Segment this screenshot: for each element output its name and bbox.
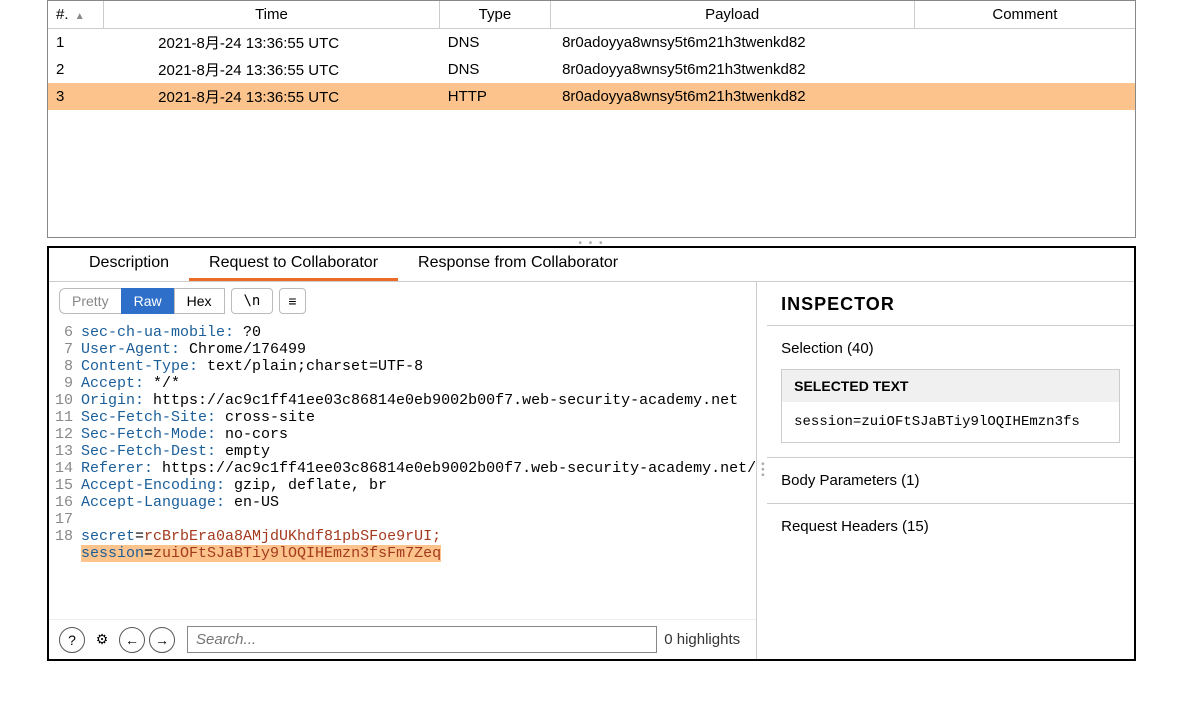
- cell-time: 2021-8月-24 13:36:55 UTC: [103, 29, 440, 57]
- cell-comment: [914, 56, 1135, 83]
- code-line: 7User-Agent: Chrome/176499: [49, 341, 756, 358]
- inspector-body-params-heading: Body Parameters (1): [781, 472, 1120, 489]
- line-number: 8: [49, 358, 79, 375]
- cell-payload: 8r0adoyya8wnsy5t6m21h3twenkd82: [550, 56, 914, 83]
- show-newlines-button[interactable]: \n: [231, 288, 274, 314]
- inspector-title: INSPECTOR: [767, 294, 1134, 325]
- cell-comment: [914, 29, 1135, 57]
- cell-num: 1: [48, 29, 103, 57]
- tab-description[interactable]: Description: [69, 248, 189, 281]
- table-row[interactable]: 32021-8月-24 13:36:55 UTCHTTP8r0adoyya8wn…: [48, 83, 1135, 110]
- col-number[interactable]: #. ▲: [48, 1, 103, 29]
- selected-text-value[interactable]: session=zuiOFtSJaBTiy9lOQIHEmzn3fs: [782, 402, 1119, 442]
- cell-num: 2: [48, 56, 103, 83]
- view-hex-button[interactable]: Hex: [174, 288, 225, 314]
- inspector-request-headers-section[interactable]: Request Headers (15): [767, 503, 1134, 549]
- search-input[interactable]: [187, 626, 657, 653]
- inspector-selection-heading: Selection (40): [781, 340, 1120, 357]
- table-row[interactable]: 22021-8月-24 13:36:55 UTCDNS8r0adoyya8wns…: [48, 56, 1135, 83]
- cell-comment: [914, 83, 1135, 110]
- request-editor-pane: Pretty Raw Hex \n ≡ 6sec-ch-ua-mobile: ?…: [49, 282, 757, 659]
- view-pretty-button[interactable]: Pretty: [59, 288, 121, 314]
- table-row[interactable]: 12021-8月-24 13:36:55 UTCDNS8r0adoyya8wns…: [48, 29, 1135, 57]
- selected-text-label: SELECTED TEXT: [782, 370, 1119, 402]
- line-number: 18: [49, 528, 79, 562]
- vertical-splitter[interactable]: •••: [757, 282, 767, 659]
- code-line: 16Accept-Language: en-US: [49, 494, 756, 511]
- cell-time: 2021-8月-24 13:36:55 UTC: [103, 56, 440, 83]
- selected-text-box: SELECTED TEXT session=zuiOFtSJaBTiy9lOQI…: [781, 369, 1120, 443]
- col-type[interactable]: Type: [440, 1, 550, 29]
- line-number: 6: [49, 324, 79, 341]
- line-number: 16: [49, 494, 79, 511]
- cell-type: HTTP: [440, 83, 550, 110]
- line-number: 12: [49, 426, 79, 443]
- code-line: 18secret=rcBrbEra0a8AMjdUKhdf81pbSFoe9rU…: [49, 528, 756, 562]
- line-number: 14: [49, 460, 79, 477]
- code-line: 12Sec-Fetch-Mode: no-cors: [49, 426, 756, 443]
- sort-asc-icon: ▲: [75, 11, 85, 22]
- highlight-count: 0 highlights: [664, 631, 746, 648]
- line-number: 17: [49, 511, 79, 528]
- inspector-body-params-section[interactable]: Body Parameters (1): [767, 457, 1134, 503]
- search-next-icon[interactable]: →: [149, 627, 175, 653]
- search-prev-icon[interactable]: ←: [119, 627, 145, 653]
- cell-time: 2021-8月-24 13:36:55 UTC: [103, 83, 440, 110]
- detail-pane: DescriptionRequest to CollaboratorRespon…: [47, 246, 1136, 661]
- line-number: 7: [49, 341, 79, 358]
- detail-tabs: DescriptionRequest to CollaboratorRespon…: [49, 248, 1134, 282]
- wrap-lines-button[interactable]: ≡: [279, 288, 305, 314]
- tab-response-from-collaborator[interactable]: Response from Collaborator: [398, 248, 638, 281]
- line-number: 11: [49, 409, 79, 426]
- line-number: 9: [49, 375, 79, 392]
- code-line: 10Origin: https://ac9c1ff41ee03c86814e0e…: [49, 392, 756, 409]
- horizontal-splitter[interactable]: • • •: [47, 238, 1136, 246]
- cell-payload: 8r0adoyya8wnsy5t6m21h3twenkd82: [550, 83, 914, 110]
- editor-toolbar: Pretty Raw Hex \n ≡: [49, 282, 756, 320]
- code-line: 9Accept: */*: [49, 375, 756, 392]
- col-payload[interactable]: Payload: [550, 1, 914, 29]
- code-line: 6sec-ch-ua-mobile: ?0: [49, 324, 756, 341]
- http-message-editor[interactable]: 6sec-ch-ua-mobile: ?07User-Agent: Chrome…: [49, 320, 756, 619]
- cell-num: 3: [48, 83, 103, 110]
- inspector-pane: INSPECTOR Selection (40) SELECTED TEXT s…: [767, 282, 1134, 659]
- code-line: 14Referer: https://ac9c1ff41ee03c86814e0…: [49, 460, 756, 477]
- cell-payload: 8r0adoyya8wnsy5t6m21h3twenkd82: [550, 29, 914, 57]
- code-line: 15Accept-Encoding: gzip, deflate, br: [49, 477, 756, 494]
- line-number: 13: [49, 443, 79, 460]
- view-raw-button[interactable]: Raw: [121, 288, 174, 314]
- inspector-request-headers-heading: Request Headers (15): [781, 518, 1120, 535]
- code-line: 17: [49, 511, 756, 528]
- line-number: 10: [49, 392, 79, 409]
- code-line: 11Sec-Fetch-Site: cross-site: [49, 409, 756, 426]
- gear-icon[interactable]: ⚙: [89, 627, 115, 653]
- code-line: 13Sec-Fetch-Dest: empty: [49, 443, 756, 460]
- tab-request-to-collaborator[interactable]: Request to Collaborator: [189, 248, 398, 281]
- col-comment[interactable]: Comment: [914, 1, 1135, 29]
- cell-type: DNS: [440, 56, 550, 83]
- line-number: 15: [49, 477, 79, 494]
- inspector-selection-section[interactable]: Selection (40) SELECTED TEXT session=zui…: [767, 325, 1134, 457]
- cell-type: DNS: [440, 29, 550, 57]
- col-time[interactable]: Time: [103, 1, 440, 29]
- help-icon[interactable]: ?: [59, 627, 85, 653]
- table-header-row: #. ▲ Time Type Payload Comment: [48, 1, 1135, 29]
- editor-footer: ? ⚙ ← → 0 highlights: [49, 619, 756, 659]
- collaborator-log-table: #. ▲ Time Type Payload Comment 12021-8月-…: [47, 0, 1136, 238]
- code-line: 8Content-Type: text/plain;charset=UTF-8: [49, 358, 756, 375]
